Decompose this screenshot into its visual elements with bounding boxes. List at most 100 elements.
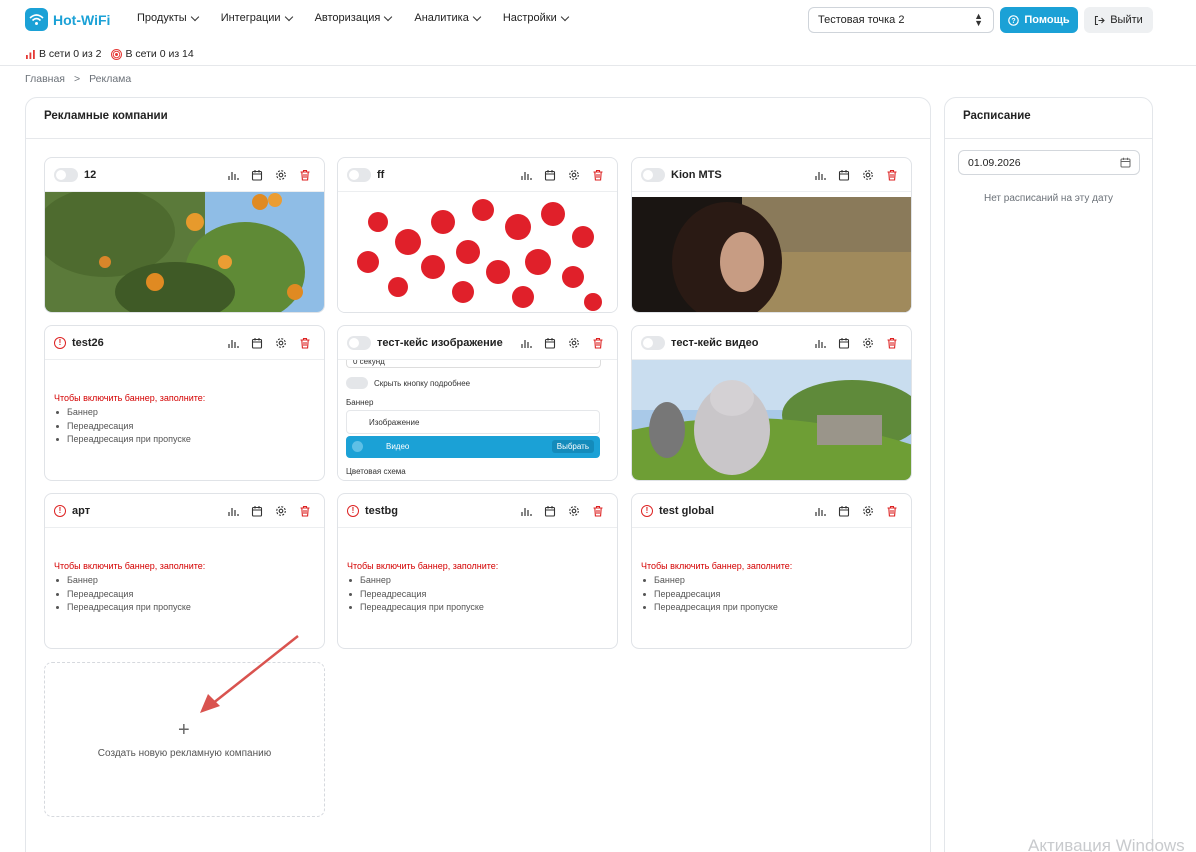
breadcrumb-current: Реклама: [89, 73, 132, 85]
list-item: Переадресация при пропуске: [54, 433, 205, 447]
brand-name: Hot-WiFi: [53, 11, 111, 28]
stats-icon[interactable]: [519, 168, 533, 182]
gear-icon[interactable]: [861, 168, 875, 182]
nav-integrations[interactable]: Интеграции: [220, 12, 293, 24]
campaign-actions: [226, 336, 312, 350]
warning-icon: !: [54, 337, 66, 349]
campaign-media-preview: [632, 192, 911, 312]
campaign-actions: [813, 504, 899, 518]
list-item: Переадресация при пропуске: [347, 601, 498, 615]
nav-products[interactable]: Продукты: [137, 12, 199, 24]
list-item: Баннер: [347, 574, 498, 588]
list-item: Переадресация при пропуске: [54, 601, 205, 615]
calendar-icon[interactable]: [250, 504, 264, 518]
stats-icon[interactable]: [813, 168, 827, 182]
preview-seconds-select: 0 секунд: [346, 360, 601, 368]
nav-label: Интеграции: [220, 12, 281, 24]
nav-label: Продукты: [137, 12, 187, 24]
no-schedule-text: Нет расписаний на эту дату: [983, 193, 1114, 204]
panel-divider: [26, 138, 930, 139]
trash-icon[interactable]: [298, 168, 312, 182]
main-nav: Продукты Интеграции Авторизация Аналитик…: [137, 12, 569, 24]
calendar-icon[interactable]: [837, 336, 851, 350]
stats-icon[interactable]: [519, 504, 533, 518]
campaign-toggle[interactable]: [641, 168, 665, 182]
campaign-actions: [519, 504, 605, 518]
warning-icon: !: [54, 505, 66, 517]
calendar-icon[interactable]: [543, 504, 557, 518]
help-button[interactable]: ? Помощь: [1000, 7, 1078, 33]
create-campaign-label: Создать новую рекламную компанию: [97, 748, 272, 759]
calendar-icon[interactable]: [543, 336, 557, 350]
help-label: Помощь: [1024, 14, 1070, 26]
schedule-date-input[interactable]: 01.09.2026: [958, 150, 1140, 175]
campaign-requirements: Чтобы включить баннер, заполните: Баннер П…: [54, 393, 205, 447]
gear-icon[interactable]: [274, 504, 288, 518]
gear-icon[interactable]: [567, 168, 581, 182]
trash-icon[interactable]: [885, 168, 899, 182]
calendar-icon[interactable]: [543, 168, 557, 182]
panel-title: Рекламные компании: [44, 110, 168, 122]
requirements-list: Баннер Переадресация Переадресация при про…: [54, 406, 205, 447]
trash-icon[interactable]: [298, 504, 312, 518]
trash-icon[interactable]: [591, 168, 605, 182]
campaign-card: тест-кейс видео: [631, 325, 912, 481]
trash-icon[interactable]: [885, 336, 899, 350]
warning-title: Чтобы включить баннер, заполните:: [641, 561, 793, 571]
calendar-icon[interactable]: [250, 168, 264, 182]
stats-icon[interactable]: [226, 168, 240, 182]
trash-icon[interactable]: [591, 504, 605, 518]
trash-icon[interactable]: [298, 336, 312, 350]
calendar-icon[interactable]: [837, 504, 851, 518]
campaign-media-preview: 0 секунд Скрыть кнопку подробнее Баннер …: [338, 360, 617, 480]
campaign-media-preview: [338, 192, 617, 312]
trash-icon[interactable]: [885, 504, 899, 518]
calendar-icon[interactable]: [837, 168, 851, 182]
gear-icon[interactable]: [861, 336, 875, 350]
stats-icon[interactable]: [813, 336, 827, 350]
gear-icon[interactable]: [567, 336, 581, 350]
logout-icon: [1095, 15, 1105, 25]
stats-icon[interactable]: [519, 336, 533, 350]
logo[interactable]: Hot-WiFi: [25, 8, 110, 31]
requirements-list: Баннер Переадресация Переадресация при про…: [54, 574, 205, 615]
stats-icon[interactable]: [226, 336, 240, 350]
preview-video-option: Видео Выбрать: [346, 436, 600, 458]
logout-button[interactable]: Выйти: [1084, 7, 1153, 33]
stats-icon[interactable]: [813, 504, 827, 518]
campaign-name: тест-кейс видео: [671, 337, 759, 349]
preview-image-option: Изображение: [346, 410, 600, 434]
calendar-icon[interactable]: [1120, 157, 1131, 168]
broadcast-icon: [111, 48, 123, 60]
campaign-card: Kion MTS: [631, 157, 912, 313]
campaign-card: ! арт Чтобы включить баннер, заполните: Бан…: [44, 493, 325, 649]
campaign-card-header: ff: [338, 158, 617, 192]
signal-bars-icon: [26, 49, 35, 59]
point-select[interactable]: Тестовая точка 2 ▲ ▼: [808, 7, 994, 33]
nav-settings[interactable]: Настройки: [503, 12, 569, 24]
breadcrumb-home[interactable]: Главная: [25, 73, 65, 85]
trash-icon[interactable]: [591, 336, 605, 350]
warning-title: Чтобы включить баннер, заполните:: [347, 561, 499, 571]
campaign-toggle[interactable]: [54, 168, 78, 182]
nav-label: Авторизация: [314, 12, 381, 24]
list-item: Баннер: [54, 406, 205, 420]
preview-banner-label: Баннер: [346, 398, 374, 407]
gear-icon[interactable]: [567, 504, 581, 518]
campaign-toggle[interactable]: [347, 336, 371, 350]
annotation-arrow: [200, 635, 299, 713]
campaign-toggle[interactable]: [347, 168, 371, 182]
list-item: Баннер: [54, 574, 205, 588]
warning-title: Чтобы включить баннер, заполните:: [54, 393, 206, 403]
stats-icon[interactable]: [226, 504, 240, 518]
campaign-toggle[interactable]: [641, 336, 665, 350]
calendar-icon[interactable]: [250, 336, 264, 350]
gear-icon[interactable]: [861, 504, 875, 518]
nav-authorization[interactable]: Авторизация: [314, 12, 393, 24]
campaign-actions: [519, 336, 605, 350]
nav-analytics[interactable]: Аналитика: [414, 12, 482, 24]
gear-icon[interactable]: [274, 336, 288, 350]
chevron-down-icon: [560, 12, 569, 21]
campaign-card: тест-кейс изображение 0 секунд Скрыть кн…: [337, 325, 618, 481]
gear-icon[interactable]: [274, 168, 288, 182]
